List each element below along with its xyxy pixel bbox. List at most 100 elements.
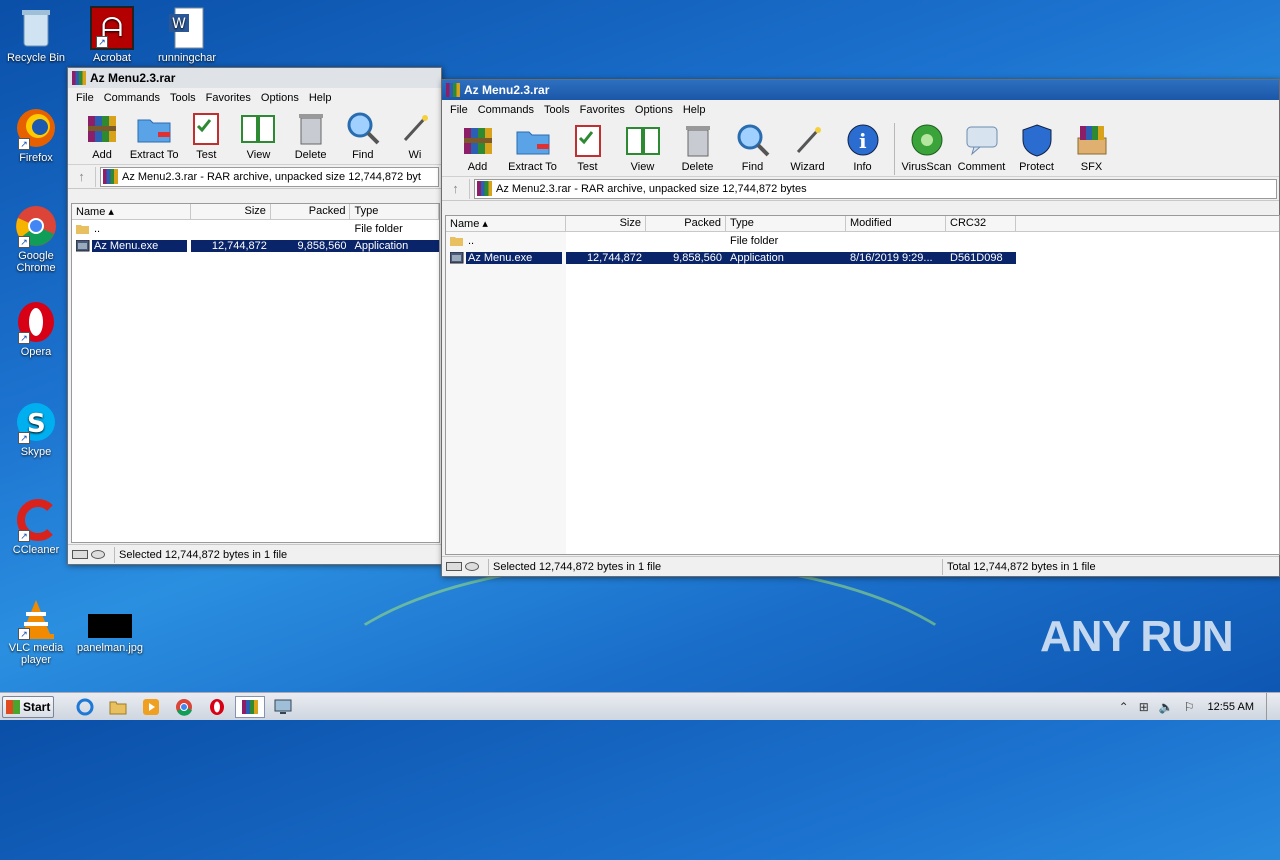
column-packed[interactable]: Packed: [646, 216, 726, 231]
desktop-icon-acrobat[interactable]: ᗩ ↗ Acrobat: [76, 6, 148, 64]
info-button[interactable]: i Info: [835, 121, 890, 173]
internet-explorer-icon: [76, 698, 94, 715]
taskbar-winrar[interactable]: [235, 695, 265, 718]
virus-scan-icon: [911, 124, 942, 156]
column-modified[interactable]: Modified: [846, 216, 946, 231]
network-icon[interactable]: ⊞: [1139, 700, 1149, 714]
desktop-icon-opera[interactable]: ↗ Opera: [0, 300, 72, 358]
action-center-flag-icon[interactable]: ⚐: [1184, 700, 1195, 714]
chrome-icon: [176, 698, 192, 716]
file-list[interactable]: Name ▴ Size Packed Type .. File folder A…: [71, 203, 440, 543]
menu-help[interactable]: Help: [679, 104, 712, 116]
menu-tools[interactable]: Tools: [166, 92, 202, 104]
find-magnifier-icon: [737, 124, 769, 157]
menu-options[interactable]: Options: [257, 92, 305, 104]
address-field[interactable]: Az Menu2.3.rar - RAR archive, unpacked s…: [100, 166, 439, 187]
up-arrow-icon[interactable]: ↑: [442, 178, 470, 199]
window-title: Az Menu2.3.rar: [90, 71, 176, 85]
delete-button[interactable]: Delete: [670, 121, 725, 173]
extract-to-button[interactable]: Extract To: [505, 121, 560, 173]
column-size[interactable]: Size: [191, 204, 271, 219]
application-icon: [450, 251, 464, 263]
desktop-icon-recycle-bin[interactable]: Recycle Bin: [0, 6, 72, 64]
desktop-icon-chrome[interactable]: ↗ Google Chrome: [0, 204, 72, 274]
menu-tools[interactable]: Tools: [540, 104, 576, 116]
wizard-button[interactable]: Wi: [389, 109, 441, 161]
winrar-window-background[interactable]: Az Menu2.3.rar File Commands Tools Favor…: [67, 67, 442, 565]
window-titlebar[interactable]: Az Menu2.3.rar: [442, 80, 1279, 100]
show-hidden-icons[interactable]: ⌃: [1119, 700, 1129, 714]
desktop-icon-runningchar[interactable]: W runningchar: [151, 6, 223, 64]
desktop-icon-ccleaner[interactable]: ↗ CCleaner: [0, 498, 72, 556]
list-item-selected[interactable]: Az Menu.exe 12,744,872 9,858,560 Applica…: [72, 237, 439, 254]
find-magnifier-icon: [347, 112, 380, 145]
clock[interactable]: 12:55 AM: [1208, 701, 1254, 713]
wizard-wand-icon: [403, 115, 428, 142]
up-arrow-icon[interactable]: ↑: [68, 166, 96, 187]
column-packed[interactable]: Packed: [271, 204, 351, 219]
taskbar-remote[interactable]: [268, 696, 298, 718]
taskbar-chrome[interactable]: [169, 696, 199, 718]
desktop-icon-skype[interactable]: S ↗ Skype: [0, 400, 72, 458]
wizard-button[interactable]: Wizard: [780, 121, 835, 173]
address-field[interactable]: Az Menu2.3.rar - RAR archive, unpacked s…: [474, 178, 1277, 199]
wizard-wand-icon: [796, 127, 821, 154]
extract-folder-icon: [516, 131, 549, 155]
folder-icon: [76, 224, 89, 234]
delete-button[interactable]: Delete: [285, 109, 337, 161]
menu-file[interactable]: File: [72, 92, 100, 104]
menu-help[interactable]: Help: [305, 92, 338, 104]
view-button[interactable]: View: [232, 109, 284, 161]
desktop-icon-vlc[interactable]: ↗ VLC media player: [0, 596, 72, 666]
test-button[interactable]: Test: [560, 121, 615, 173]
add-button[interactable]: Add: [76, 109, 128, 161]
test-clipboard-icon: [574, 125, 601, 157]
menu-options[interactable]: Options: [631, 104, 679, 116]
window-title: Az Menu2.3.rar: [464, 83, 550, 97]
start-button[interactable]: Start: [2, 695, 54, 718]
info-icon: i: [847, 124, 878, 156]
menu-favorites[interactable]: Favorites: [202, 92, 257, 104]
find-button[interactable]: Find: [337, 109, 389, 161]
comment-bubble-icon: [966, 126, 997, 156]
column-type[interactable]: Type: [726, 216, 846, 231]
test-button[interactable]: Test: [180, 109, 232, 161]
protect-button[interactable]: Protect: [1009, 121, 1064, 173]
view-button[interactable]: View: [615, 121, 670, 173]
menu-file[interactable]: File: [446, 104, 474, 116]
virusscan-button[interactable]: VirusScan: [899, 121, 954, 173]
toolbar: Add Extract To Test View Delete Find Wiz…: [442, 119, 1279, 177]
window-titlebar[interactable]: Az Menu2.3.rar: [68, 68, 441, 88]
find-button[interactable]: Find: [725, 121, 780, 173]
desktop-icon-firefox[interactable]: ↗ Firefox: [0, 106, 72, 164]
list-header: Name ▴ Size Packed Type Modified CRC32: [446, 216, 1279, 232]
column-name[interactable]: Name ▴: [72, 204, 192, 219]
status-selected-text: Selected 12,744,872 bytes in 1 file: [488, 558, 942, 575]
column-type[interactable]: Type: [350, 204, 439, 219]
menu-favorites[interactable]: Favorites: [576, 104, 631, 116]
file-list[interactable]: Name ▴ Size Packed Type Modified CRC32 .…: [445, 215, 1280, 555]
sfx-button[interactable]: SFX: [1064, 121, 1119, 173]
comment-button[interactable]: Comment: [954, 121, 1009, 173]
taskbar-opera[interactable]: [202, 696, 232, 718]
column-crc32[interactable]: CRC32: [946, 216, 1016, 231]
taskbar-explorer[interactable]: [103, 696, 133, 718]
column-size[interactable]: Size: [566, 216, 646, 231]
menu-commands[interactable]: Commands: [474, 104, 540, 116]
add-button[interactable]: Add: [450, 121, 505, 173]
taskbar-ie[interactable]: [70, 696, 100, 718]
column-name[interactable]: Name ▴: [446, 216, 566, 231]
desktop-icon-panelman[interactable]: panelman.jpg: [74, 612, 146, 654]
list-item[interactable]: .. File folder: [72, 220, 439, 237]
menu-commands[interactable]: Commands: [100, 92, 166, 104]
show-desktop-button[interactable]: [1266, 693, 1280, 720]
windows-logo-icon: [6, 699, 20, 714]
list-item-selected[interactable]: Az Menu.exe 12,744,872 9,858,560 Applica…: [446, 249, 1279, 266]
taskbar-media-player[interactable]: [136, 696, 166, 718]
volume-icon[interactable]: 🔈: [1159, 700, 1174, 714]
extract-to-button[interactable]: Extract To: [128, 109, 180, 161]
application-icon: [76, 239, 90, 251]
list-item[interactable]: .. File folder: [446, 232, 1279, 249]
status-bar: Selected 12,744,872 bytes in 1 file: [68, 544, 441, 564]
winrar-window-foreground[interactable]: Az Menu2.3.rar File Commands Tools Favor…: [441, 79, 1280, 577]
